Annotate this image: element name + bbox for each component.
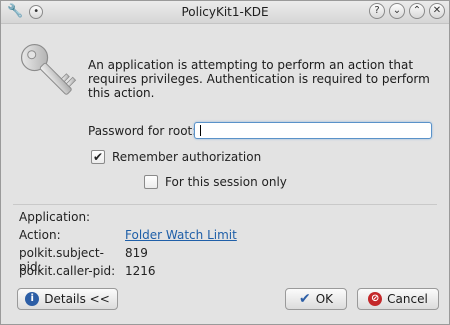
cancel-icon: ⊘: [368, 292, 383, 306]
ok-button-label: OK: [315, 292, 334, 306]
checkmark-icon: ✔: [298, 291, 311, 307]
detail-row-action: Action: Folder Watch Limit: [19, 228, 237, 246]
cancel-button-label: Cancel: [387, 292, 428, 306]
detail-row-application: Application:: [19, 210, 237, 228]
session-only-row[interactable]: For this session only: [144, 175, 287, 189]
help-button[interactable]: ?: [369, 3, 385, 19]
application-label: Application:: [19, 210, 91, 224]
details-button[interactable]: i Details <<: [17, 288, 118, 310]
session-only-label[interactable]: For this session only: [165, 175, 287, 189]
cancel-button[interactable]: ⊘ Cancel: [357, 288, 439, 310]
auth-dialog: 🔧 • PolicyKit1-KDE ? ⌄ ⌃ ✕ An applicatio…: [0, 0, 450, 325]
caller-pid-label: polkit.caller-pid:: [19, 264, 116, 278]
action-link[interactable]: Folder Watch Limit: [125, 228, 237, 246]
minimize-button[interactable]: ⌄: [389, 3, 405, 19]
password-input[interactable]: [194, 122, 432, 139]
remember-label[interactable]: Remember authorization: [112, 150, 261, 164]
close-button[interactable]: ✕: [429, 3, 445, 19]
title-bar[interactable]: 🔧 • PolicyKit1-KDE ? ⌄ ⌃ ✕: [1, 1, 449, 24]
remember-checkbox[interactable]: ✔: [91, 150, 105, 164]
separator: [13, 204, 437, 205]
ok-button[interactable]: ✔ OK: [285, 288, 347, 310]
password-label: Password for root:: [88, 124, 197, 138]
details-button-label: Details <<: [44, 292, 110, 306]
detail-row-subject-pid: polkit.subject-pid: 819: [19, 246, 237, 274]
text-cursor: [200, 125, 201, 136]
info-icon: i: [25, 292, 40, 306]
subject-pid-label: polkit.subject-pid:: [19, 246, 104, 274]
caller-pid-value: 1216: [125, 264, 156, 278]
detail-row-caller-pid: polkit.caller-pid: 1216: [19, 264, 237, 282]
action-label: Action:: [19, 228, 61, 242]
maximize-button[interactable]: ⌃: [409, 3, 425, 19]
details-panel: Application: Action: Folder Watch Limit …: [19, 210, 237, 282]
session-only-checkbox[interactable]: [144, 175, 158, 189]
auth-message: An application is attempting to perform …: [88, 58, 430, 100]
key-icon: [20, 43, 77, 95]
subject-pid-value: 819: [125, 246, 148, 260]
remember-authorization-row[interactable]: ✔ Remember authorization: [91, 150, 261, 164]
